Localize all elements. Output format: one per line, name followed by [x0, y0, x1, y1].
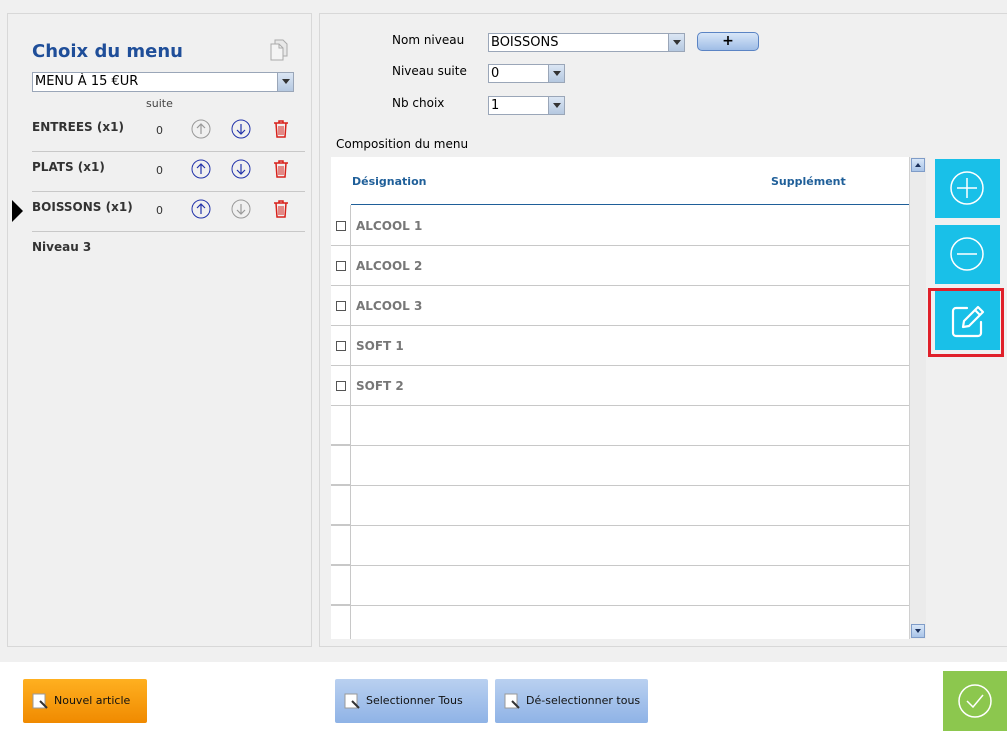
menu-choice-panel: Choix du menu MENU À 15 €UR suite ENTREE… — [7, 13, 312, 647]
suite-header: suite — [146, 97, 173, 110]
table-row[interactable]: ALCOOL 1 — [331, 206, 909, 246]
nb-choix-label: Nb choix — [392, 96, 445, 110]
level-suite-count: 0 — [156, 124, 163, 137]
trash-icon[interactable] — [271, 119, 291, 139]
deselect-all-label: Dé-selectionner tous — [526, 694, 641, 707]
row-checkbox[interactable] — [336, 221, 346, 231]
row-checkbox[interactable] — [336, 301, 346, 311]
chevron-down-icon[interactable] — [548, 65, 564, 82]
new-article-button[interactable]: Nouvel article — [23, 679, 147, 723]
move-up-icon[interactable] — [191, 159, 211, 179]
remove-item-button[interactable] — [935, 225, 1000, 284]
chevron-down-icon[interactable] — [548, 97, 564, 114]
trash-icon[interactable] — [271, 199, 291, 219]
level-label: ENTREES (x1) — [32, 120, 124, 134]
new-article-label: Nouvel article — [54, 694, 131, 707]
trash-icon[interactable] — [271, 159, 291, 179]
add-item-button[interactable] — [935, 159, 1000, 218]
empty-row — [331, 446, 909, 486]
plus-circle-icon — [950, 171, 984, 205]
table-row[interactable]: SOFT 1 — [331, 326, 909, 366]
row-gutter — [331, 526, 350, 565]
row-checkbox[interactable] — [336, 381, 346, 391]
note-icon — [344, 693, 360, 709]
col-designation[interactable]: Désignation — [352, 175, 426, 188]
level-row-entrees[interactable]: ENTREES (x1) 0 — [8, 112, 313, 152]
document-icon[interactable] — [270, 39, 288, 61]
col-supplement[interactable]: Supplément — [771, 175, 846, 188]
row-checkbox[interactable] — [336, 341, 346, 351]
move-up-icon[interactable] — [191, 119, 211, 139]
select-all-button[interactable]: Selectionner Tous — [335, 679, 488, 723]
move-up-icon[interactable] — [191, 199, 211, 219]
niveau-suite-select[interactable]: 0 — [488, 64, 565, 83]
composition-label: Composition du menu — [336, 137, 469, 151]
add-level-button[interactable]: + — [697, 32, 759, 51]
niveau-suite-label: Niveau suite — [392, 64, 467, 78]
panel-title: Choix du menu — [32, 41, 183, 62]
chevron-down-icon[interactable] — [277, 73, 293, 91]
empty-row — [331, 566, 909, 606]
level-label: PLATS (x1) — [32, 160, 105, 174]
selected-pointer-icon — [12, 200, 23, 222]
level-editor-panel: Nom niveau BOISSONS + Niveau suite 0 Nb … — [319, 13, 1007, 647]
row-gutter — [331, 486, 350, 525]
nb-choix-value: 1 — [491, 98, 500, 113]
level-row-plats[interactable]: PLATS (x1) 0 — [8, 152, 313, 192]
table-header: Désignation Supplément — [331, 157, 909, 205]
table-scrollbar[interactable] — [909, 157, 926, 639]
nom-niveau-value: BOISSONS — [491, 35, 559, 50]
select-all-label: Selectionner Tous — [366, 694, 463, 707]
header-divider — [351, 204, 909, 205]
chevron-down-icon[interactable] — [668, 34, 684, 51]
menu-select-value: MENU À 15 €UR — [35, 74, 139, 89]
row-designation: ALCOOL 2 — [356, 259, 423, 273]
level-suite-count: 0 — [156, 164, 163, 177]
niveau-suite-value: 0 — [491, 66, 500, 81]
row-designation: SOFT 2 — [356, 379, 404, 393]
row-gutter — [331, 406, 350, 445]
row-designation: ALCOOL 1 — [356, 219, 423, 233]
row-gutter — [331, 606, 350, 639]
scroll-up-icon[interactable] — [911, 158, 925, 172]
table-row[interactable]: SOFT 2 — [331, 366, 909, 406]
move-down-icon[interactable] — [231, 199, 251, 219]
empty-row — [331, 486, 909, 526]
nb-choix-select[interactable]: 1 — [488, 96, 565, 115]
bottom-toolbar: Nouvel article Selectionner Tous Dé-sele… — [0, 662, 1007, 735]
edit-button-highlight — [928, 288, 1004, 357]
empty-row — [331, 606, 909, 639]
check-circle-icon — [958, 684, 992, 718]
note-icon — [504, 693, 520, 709]
nom-niveau-select[interactable]: BOISSONS — [488, 33, 685, 52]
row-designation: SOFT 1 — [356, 339, 404, 353]
table-row[interactable]: ALCOOL 3 — [331, 286, 909, 326]
move-down-icon[interactable] — [231, 159, 251, 179]
level-row-next[interactable]: Niveau 3 — [8, 232, 313, 272]
empty-row — [331, 406, 909, 446]
next-level-label: Niveau 3 — [32, 240, 92, 254]
level-row-boissons[interactable]: BOISSONS (x1) 0 — [8, 192, 313, 232]
level-suite-count: 0 — [156, 204, 163, 217]
scroll-down-icon[interactable] — [911, 624, 925, 638]
level-label: BOISSONS (x1) — [32, 200, 133, 214]
nom-niveau-label: Nom niveau — [392, 33, 465, 47]
row-gutter — [331, 446, 350, 485]
deselect-all-button[interactable]: Dé-selectionner tous — [495, 679, 648, 723]
minus-circle-icon — [950, 237, 984, 271]
composition-table: Désignation Supplément ALCOOL 1 ALCOOL 2… — [331, 157, 909, 639]
row-designation: ALCOOL 3 — [356, 299, 423, 313]
empty-row — [331, 526, 909, 566]
note-icon — [32, 693, 48, 709]
table-row[interactable]: ALCOOL 2 — [331, 246, 909, 286]
row-checkbox[interactable] — [336, 261, 346, 271]
row-gutter — [331, 566, 350, 605]
confirm-button[interactable] — [943, 671, 1007, 731]
move-down-icon[interactable] — [231, 119, 251, 139]
menu-select[interactable]: MENU À 15 €UR — [32, 72, 294, 92]
